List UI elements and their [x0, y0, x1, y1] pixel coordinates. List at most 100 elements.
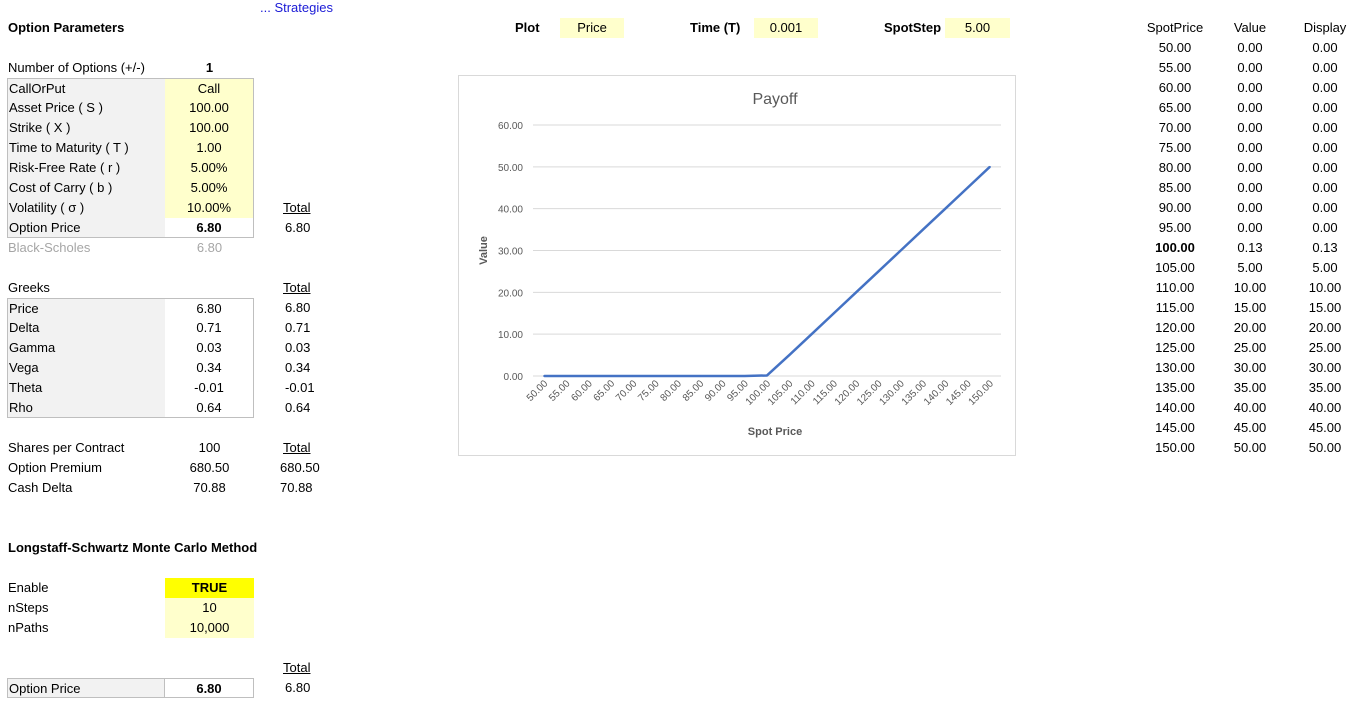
table-cell: 0.00	[1312, 200, 1338, 215]
greeks-title: Greeks	[8, 280, 50, 295]
data-point	[788, 354, 791, 357]
table-cell: 30.00	[1233, 360, 1267, 375]
x-tick-label: 65.00	[592, 378, 618, 404]
table-cell: 85.00	[1158, 180, 1192, 195]
spotstep-label: SpotStep	[884, 20, 942, 35]
data-point	[766, 374, 768, 377]
table-cell: 0.00	[1237, 180, 1263, 195]
x-tick-label: 50.00	[525, 378, 551, 404]
table-cell: 95.00	[1158, 220, 1192, 235]
option-parameters-title: Option Parameters	[8, 20, 125, 35]
num-options-label: Number of Options (+/-)	[8, 60, 145, 75]
option-price-total: 6.80	[285, 220, 311, 235]
param-label: Time to Maturity ( T )	[7, 138, 165, 158]
data-point	[877, 270, 880, 273]
table-cell: 125.00	[1155, 340, 1195, 355]
data-point	[922, 228, 924, 231]
param-input[interactable]: 100.00	[165, 98, 254, 118]
table-header: SpotPrice	[1146, 20, 1204, 35]
param-input[interactable]: Call	[165, 78, 254, 98]
x-tick-label: 75.00	[636, 378, 662, 404]
greeks-total-header: Total	[283, 280, 311, 295]
table-cell: 0.00	[1312, 180, 1338, 195]
contract-value: 680.50	[189, 460, 230, 475]
param-input[interactable]: 5.00%	[165, 158, 254, 178]
data-point	[587, 375, 590, 377]
param-label: Cost of Carry ( b )	[7, 178, 165, 198]
greek-value: 6.80	[165, 298, 254, 318]
table-cell: 30.00	[1308, 360, 1342, 375]
y-tick-label: 60.00	[498, 121, 523, 132]
data-point	[721, 375, 724, 377]
table-cell: 45.00	[1308, 420, 1342, 435]
greek-total: 0.64	[285, 400, 311, 415]
spotstep-input[interactable]: 5.00	[945, 18, 1010, 38]
table-cell: 10.00	[1233, 280, 1267, 295]
table-cell: 0.00	[1237, 200, 1263, 215]
greek-label: Delta	[7, 318, 165, 338]
data-point	[988, 165, 991, 168]
y-tick-label: 10.00	[498, 330, 523, 341]
table-cell: 50.00	[1308, 440, 1342, 455]
greek-value: 0.34	[165, 358, 254, 378]
greek-total: -0.01	[285, 380, 315, 395]
table-cell: 0.13	[1237, 240, 1263, 255]
table-cell: 0.00	[1237, 60, 1263, 75]
table-cell: 5.00	[1237, 260, 1263, 275]
greek-total: 0.34	[285, 360, 311, 375]
table-header: Value	[1233, 20, 1267, 35]
table-cell: 100.00	[1155, 240, 1195, 255]
greek-value: -0.01	[165, 378, 254, 398]
lsmc-total-header: Total	[283, 660, 311, 675]
table-cell: 15.00	[1233, 300, 1267, 315]
time-input[interactable]: 0.001	[754, 18, 818, 38]
greek-label: Rho	[7, 398, 165, 418]
greek-total: 6.80	[285, 300, 311, 315]
x-axis-label: Spot Price	[748, 426, 802, 438]
table-cell: 20.00	[1308, 320, 1342, 335]
lsmc-input[interactable]: TRUE	[165, 578, 254, 598]
greek-total: 0.71	[285, 320, 311, 335]
greek-label: Vega	[7, 358, 165, 378]
x-tick-label: 70.00	[614, 378, 640, 404]
strategies-link[interactable]: ... Strategies	[260, 0, 333, 18]
table-header: Display	[1303, 20, 1347, 35]
lsmc-input[interactable]: 10	[165, 598, 254, 618]
x-tick-label: 80.00	[659, 378, 685, 404]
lsmc-input[interactable]: 10,000	[165, 618, 254, 638]
num-options-input[interactable]: 1	[165, 58, 254, 78]
param-input[interactable]: 100.00	[165, 118, 254, 138]
param-input[interactable]: 5.00%	[165, 178, 254, 198]
table-cell: 80.00	[1158, 160, 1192, 175]
data-point	[676, 375, 679, 377]
greek-label: Gamma	[7, 338, 165, 358]
data-point	[565, 375, 568, 377]
table-cell: 105.00	[1155, 260, 1195, 275]
table-cell: 130.00	[1155, 360, 1195, 375]
table-cell: 0.00	[1312, 220, 1338, 235]
contract-total-header: Total	[283, 440, 311, 455]
data-point	[632, 375, 635, 377]
table-cell: 110.00	[1155, 280, 1195, 295]
table-cell: 145.00	[1155, 420, 1195, 435]
table-cell: 60.00	[1158, 80, 1192, 95]
param-input[interactable]: 10.00%	[165, 198, 254, 218]
table-cell: 10.00	[1308, 280, 1342, 295]
x-tick-label: 85.00	[681, 378, 707, 404]
contract-label: Option Premium	[8, 460, 102, 475]
table-cell: 40.00	[1308, 400, 1342, 415]
param-label: Volatility ( σ )	[7, 198, 165, 218]
data-point	[899, 249, 902, 252]
table-cell: 55.00	[1158, 60, 1192, 75]
y-axis-label: Value	[478, 236, 490, 265]
data-point	[543, 375, 546, 377]
param-input[interactable]: 1.00	[165, 138, 254, 158]
y-tick-label: 40.00	[498, 205, 523, 216]
plot-select[interactable]: Price	[560, 18, 624, 38]
table-cell: 120.00	[1155, 320, 1195, 335]
option-price-label: Option Price	[7, 218, 165, 238]
table-cell: 0.00	[1312, 40, 1338, 55]
table-cell: 25.00	[1308, 340, 1342, 355]
table-cell: 0.00	[1312, 100, 1338, 115]
greek-label: Theta	[7, 378, 165, 398]
